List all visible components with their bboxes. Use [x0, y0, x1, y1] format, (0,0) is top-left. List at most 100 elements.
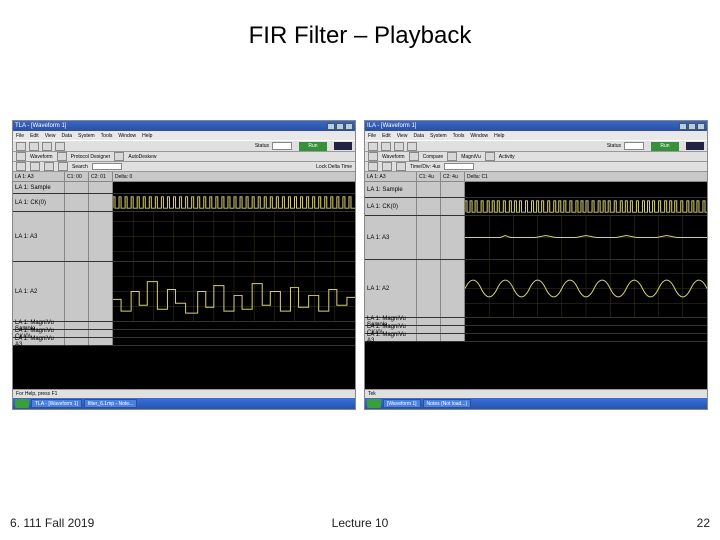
nav-prev-icon[interactable] — [16, 162, 26, 171]
analog-waveform[interactable] — [465, 216, 707, 259]
magnify-waveform[interactable] — [113, 322, 355, 329]
menu-data[interactable]: Data — [61, 133, 72, 139]
step-waveform[interactable] — [113, 262, 355, 321]
tool-icon[interactable] — [407, 142, 417, 151]
minimize-icon[interactable] — [327, 123, 335, 130]
magnify-waveform[interactable] — [113, 338, 355, 345]
right-window-title: ILA - [Waveform 1] — [367, 123, 416, 129]
clock-waveform[interactable] — [465, 198, 707, 215]
time-input[interactable] — [444, 163, 474, 170]
autodeskew-tab[interactable]: AutoDeskew — [128, 154, 156, 160]
magnify-waveform[interactable] — [465, 326, 707, 333]
taskbar-item[interactable]: TLA - [Waveform 1] — [31, 399, 82, 408]
zoom-icon[interactable] — [58, 162, 68, 171]
protocol-tab[interactable]: Protocol Designer — [71, 154, 111, 160]
menu-tools[interactable]: Tools — [101, 133, 113, 139]
menu-window[interactable]: Window — [470, 133, 488, 139]
clock-waveform[interactable] — [113, 194, 355, 211]
menu-file[interactable]: File — [16, 133, 24, 139]
menu-view[interactable]: View — [45, 133, 56, 139]
close-icon[interactable] — [697, 123, 705, 130]
tool-icon[interactable] — [42, 142, 52, 151]
protocol-icon[interactable] — [57, 152, 67, 161]
tool-icon[interactable] — [29, 142, 39, 151]
menu-window[interactable]: Window — [118, 133, 136, 139]
signal-label[interactable]: LA 1: CK(0) — [13, 194, 65, 211]
signal-value — [65, 194, 89, 211]
nav-next-icon[interactable] — [30, 162, 40, 171]
menu-help[interactable]: Help — [142, 133, 152, 139]
signal-label[interactable]: LA 1: CK(0) — [365, 198, 417, 215]
magnivu-icon[interactable] — [447, 152, 457, 161]
taskbar-item[interactable]: Notes (Not load...) — [423, 399, 472, 408]
maximize-icon[interactable] — [688, 123, 696, 130]
left-taskbar: TLA - [Waveform 1] filter_6.1mp - Note..… — [13, 398, 355, 409]
run-button[interactable]: Run — [299, 142, 327, 151]
maximize-icon[interactable] — [336, 123, 344, 130]
minimize-icon[interactable] — [679, 123, 687, 130]
autodeskew-icon[interactable] — [114, 152, 124, 161]
tool-icon[interactable] — [394, 142, 404, 151]
menu-edit[interactable]: Edit — [30, 133, 39, 139]
compare-tab[interactable]: Compare — [423, 154, 444, 160]
compare-icon[interactable] — [409, 152, 419, 161]
sample-waveform[interactable] — [113, 182, 355, 193]
tool-icon[interactable] — [368, 142, 378, 151]
tool-icon[interactable] — [55, 142, 65, 151]
close-icon[interactable] — [345, 123, 353, 130]
left-analyzer-window: TLA - [Waveform 1] File Edit View Data S… — [12, 120, 356, 410]
nav-next-icon[interactable] — [382, 162, 392, 171]
left-header-row: LA 1: A3 C1: 00 C2: 01 Delta: 0 — [13, 172, 355, 182]
signal-label[interactable]: LA 1: Sample — [365, 182, 417, 197]
lock-label: Lock Delta Time — [316, 164, 352, 170]
analog-waveform[interactable] — [113, 212, 355, 261]
activity-icon[interactable] — [485, 152, 495, 161]
menu-edit[interactable]: Edit — [382, 133, 391, 139]
waveform-tab[interactable]: Waveform — [30, 154, 53, 160]
waveform-tab-icon[interactable] — [16, 152, 26, 161]
taskbar-item[interactable]: [Waveform 1] — [383, 399, 421, 408]
header-c1: C1: 4u — [417, 172, 441, 181]
start-icon[interactable] — [15, 399, 29, 408]
taskbar-item[interactable]: filter_6.1mp - Note... — [84, 399, 137, 408]
activity-tab[interactable]: Activity — [499, 154, 515, 160]
signal-label[interactable]: LA 1: A3 — [365, 216, 417, 259]
nav-prev-icon[interactable] — [368, 162, 378, 171]
left-titlebar: TLA - [Waveform 1] — [13, 121, 355, 131]
signal-label[interactable]: LA 1: A2 — [13, 262, 65, 321]
magnify-waveform[interactable] — [113, 330, 355, 337]
menu-data[interactable]: Data — [413, 133, 424, 139]
menu-tools[interactable]: Tools — [453, 133, 465, 139]
waveform-tab[interactable]: Waveform — [382, 154, 405, 160]
magnify-label[interactable]: LA 1: MagniVu A3 — [365, 334, 417, 341]
signal-label[interactable]: LA 1: A3 — [13, 212, 65, 261]
menu-system[interactable]: System — [78, 133, 95, 139]
start-icon[interactable] — [367, 399, 381, 408]
signal-label[interactable]: LA 1: Sample — [13, 182, 65, 193]
magnify-waveform[interactable] — [465, 334, 707, 341]
menu-file[interactable]: File — [368, 133, 376, 139]
signal-label[interactable]: LA 1: A2 — [365, 260, 417, 317]
waveform-tab-icon[interactable] — [368, 152, 378, 161]
zoom-icon[interactable] — [396, 162, 406, 171]
tool-icon[interactable] — [381, 142, 391, 151]
sine-waveform[interactable] — [465, 260, 707, 317]
magnivu-tab[interactable]: MagniVu — [461, 154, 481, 160]
sample-waveform[interactable] — [465, 182, 707, 197]
search-input[interactable] — [92, 163, 122, 170]
tool-icon[interactable] — [16, 142, 26, 151]
signal-value — [89, 182, 113, 193]
magnify-waveform[interactable] — [465, 318, 707, 325]
footer-page: 22 — [697, 516, 710, 530]
signal-value — [65, 212, 89, 261]
signal-value — [89, 194, 113, 211]
menu-help[interactable]: Help — [494, 133, 504, 139]
menu-system[interactable]: System — [430, 133, 447, 139]
right-header-row: LA 1: A3 C1: 4u C2: 4u Delta: C1 — [365, 172, 707, 182]
run-button[interactable]: Run — [651, 142, 679, 151]
zoom-icon[interactable] — [44, 162, 54, 171]
left-toolbar: Status Run — [13, 140, 355, 152]
menu-view[interactable]: View — [397, 133, 408, 139]
magnify-label[interactable]: LA 1: MagniVu A3 — [13, 338, 65, 345]
left-menubar: File Edit View Data System Tools Window … — [13, 131, 355, 140]
